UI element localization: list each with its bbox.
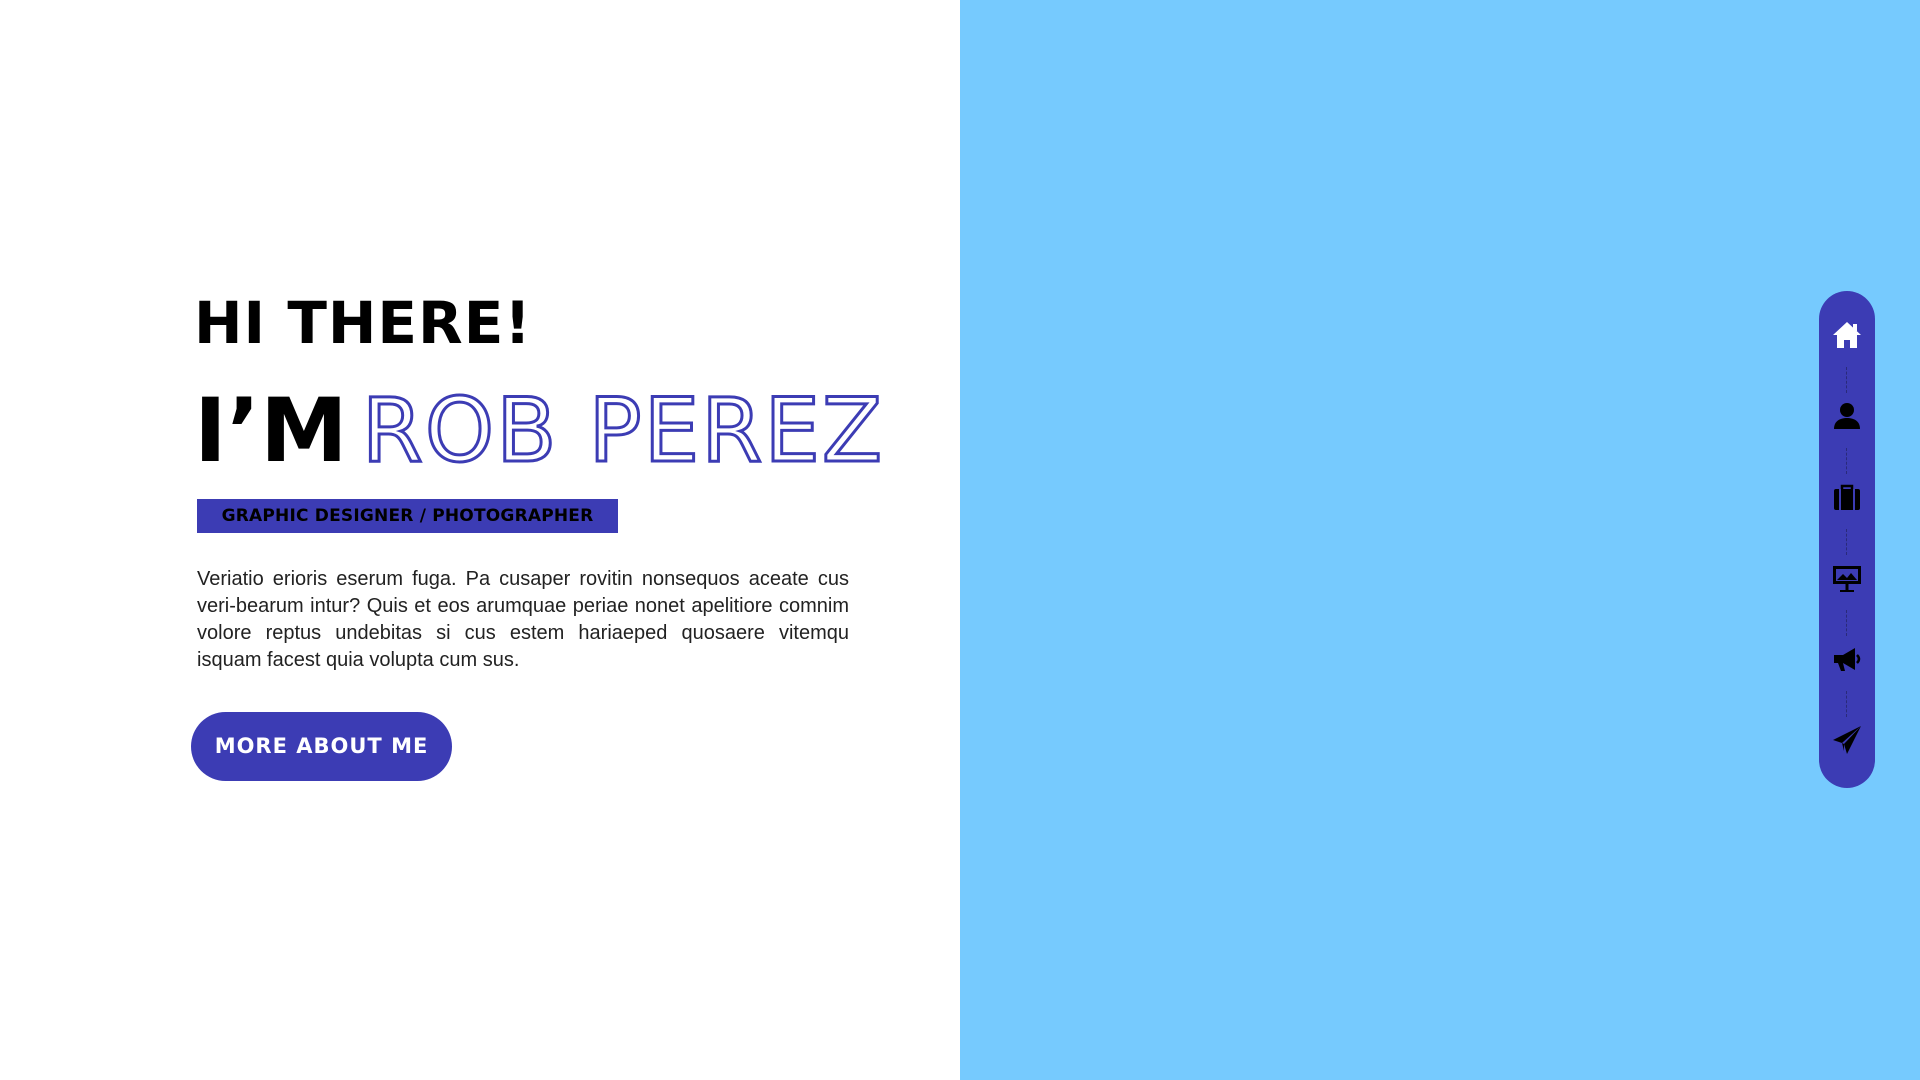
nav-separator (1846, 529, 1847, 555)
name-outline: ROB PEREZ (360, 378, 885, 484)
nav-separator (1846, 610, 1847, 636)
name-heading: I’M ROB PEREZ (194, 378, 884, 484)
user-icon[interactable] (1831, 400, 1863, 432)
presentation-icon[interactable] (1831, 562, 1863, 594)
role-badge: GRAPHIC DESIGNER / PHOTOGRAPHER (197, 499, 618, 533)
bio-paragraph: Veriatio erioris eserum fuga. Pa cusaper… (197, 568, 849, 671)
intro-panel: HI THERE! I’M ROB PEREZ GRAPHIC DESIGNER … (0, 0, 960, 1080)
briefcase-icon[interactable] (1831, 481, 1863, 513)
nav-separator (1846, 367, 1847, 393)
page: HI THERE! I’M ROB PEREZ GRAPHIC DESIGNER … (0, 0, 1920, 1080)
greeting-heading: HI THERE! (194, 289, 532, 357)
image-panel (960, 0, 1920, 1080)
side-navigation (1819, 291, 1875, 788)
nav-separator (1846, 691, 1847, 717)
nav-separator (1846, 448, 1847, 474)
name-prefix: I’M (194, 379, 348, 482)
megaphone-icon[interactable] (1831, 643, 1863, 675)
more-about-me-button[interactable]: MORE ABOUT ME (191, 712, 452, 781)
home-icon[interactable] (1831, 319, 1863, 351)
paper-plane-icon[interactable] (1831, 724, 1863, 756)
